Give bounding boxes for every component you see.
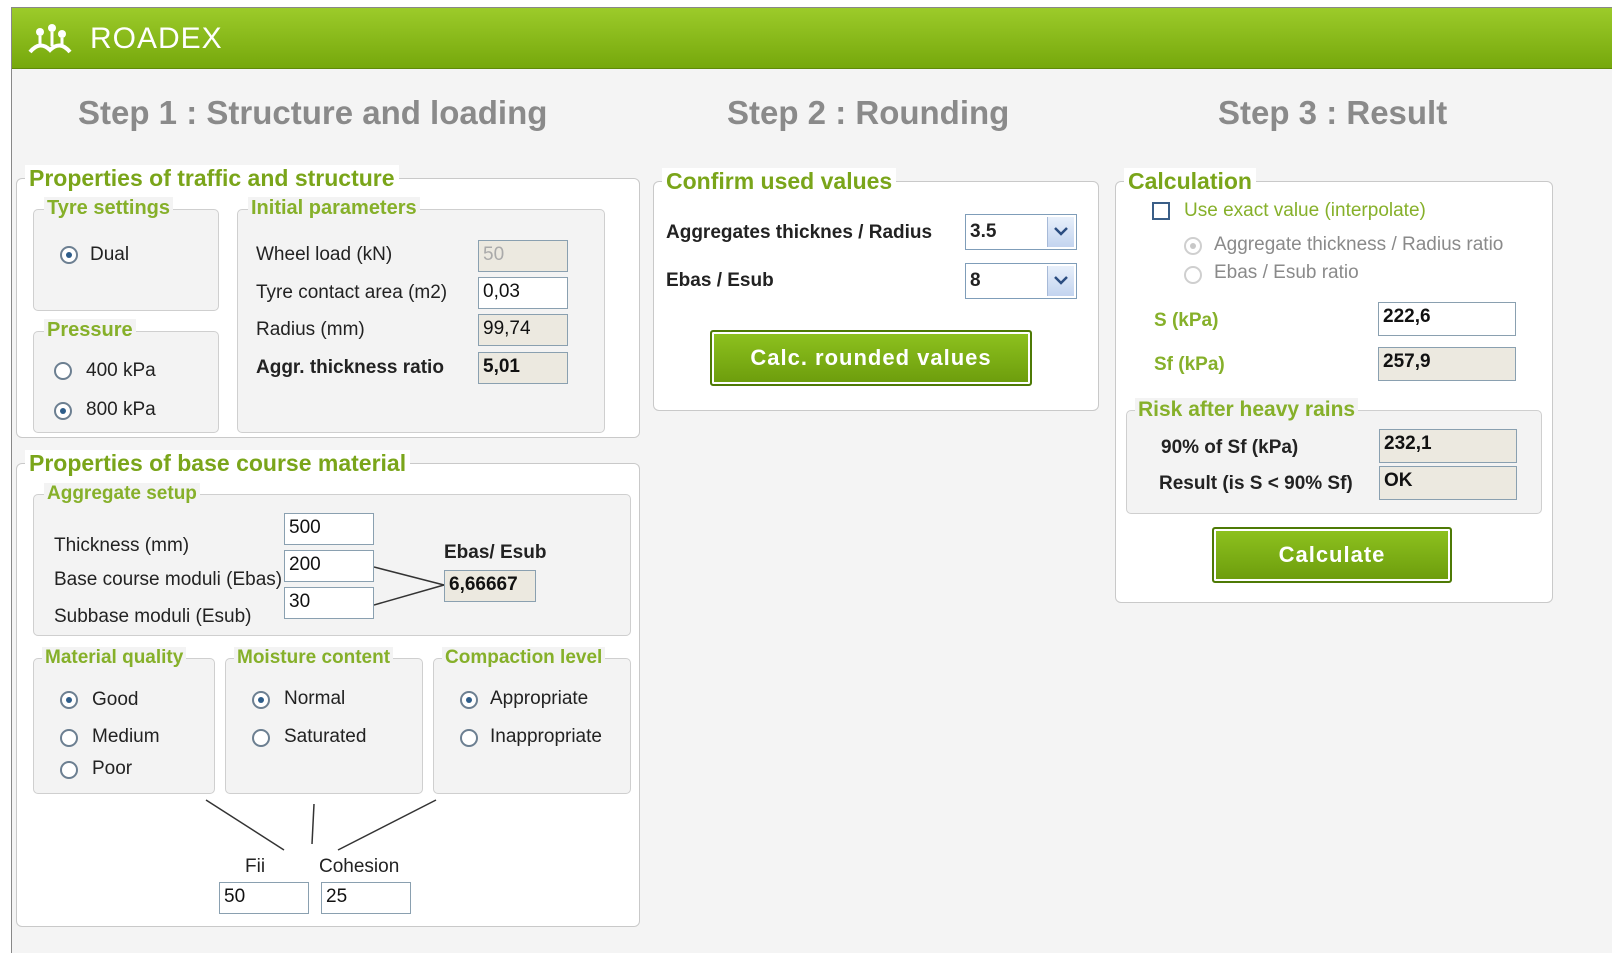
aggregate-ratio-radio[interactable]: [1184, 237, 1202, 255]
base-moduli-label: Base course moduli (Ebas): [54, 569, 283, 590]
chevron-down-icon: [1054, 227, 1068, 236]
quality-medium-radio[interactable]: [60, 729, 78, 747]
ebas-esub-dropdown-button[interactable]: [1047, 266, 1074, 296]
pressure-800-label: 800 kPa: [86, 399, 156, 420]
initial-parameters-title: Initial parameters: [248, 197, 420, 220]
moisture-saturated-label: Saturated: [284, 726, 367, 747]
risk-title: Risk after heavy rains: [1135, 398, 1359, 422]
ebas-esub-value: 8: [970, 270, 981, 291]
traffic-panel: Properties of traffic and structure Tyre…: [16, 165, 640, 438]
step-1-title: Step 1 : Structure and loading: [78, 94, 548, 131]
pressure-title: Pressure: [44, 319, 136, 342]
quality-good-radio[interactable]: [60, 691, 78, 709]
moisture-content-group: Moisture content Normal Saturated: [225, 647, 423, 794]
fii-label: Fii: [245, 856, 266, 877]
aggr-thickness-ratio-field[interactable]: 5,01: [478, 352, 568, 384]
exact-value-checkbox[interactable]: [1152, 202, 1170, 220]
pressure-group: Pressure 400 kPa 800 kPa: [33, 319, 219, 433]
exact-value-label: Use exact value (interpolate): [1184, 200, 1426, 221]
ebas-esub-select[interactable]: 8: [965, 263, 1077, 299]
result-label: Result (is S < 90% Sf): [1159, 473, 1353, 494]
step-3-title: Step 3 : Result: [1218, 94, 1448, 131]
base-course-panel: Properties of base course material Aggre…: [16, 450, 640, 927]
compaction-level-title: Compaction level: [442, 647, 606, 669]
fii-field[interactable]: 50: [219, 882, 309, 914]
cohesion-field[interactable]: 25: [321, 882, 411, 914]
p90-field[interactable]: 232,1: [1379, 429, 1517, 463]
tyre-settings-group: Tyre settings Dual: [33, 197, 219, 311]
cohesion-label: Cohesion: [319, 856, 400, 877]
quality-good-label: Good: [92, 689, 139, 710]
aggr-thickness-ratio-label: Aggr. thickness ratio: [256, 357, 444, 378]
aggregate-setup-title: Aggregate setup: [44, 483, 200, 505]
material-quality-group: Material quality Good Medium Poor: [33, 647, 215, 794]
fii-cohesion-connector: [205, 799, 437, 851]
calc-rounded-values-button[interactable]: Calc. rounded values: [710, 330, 1032, 386]
tyre-settings-title: Tyre settings: [44, 197, 173, 220]
agg-radius-dropdown-button[interactable]: [1047, 217, 1074, 247]
calculate-button[interactable]: Calculate: [1212, 527, 1452, 583]
ebas-esub-ratio-label: Ebas / Esub ratio: [1214, 262, 1359, 283]
confirm-panel: Confirm used values Aggregates thicknes …: [653, 168, 1099, 411]
moisture-saturated-radio[interactable]: [252, 729, 270, 747]
wheel-load-label: Wheel load (kN): [256, 244, 393, 265]
dual-label: Dual: [90, 244, 130, 265]
agg-radius-label: Aggregates thicknes / Radius: [666, 222, 933, 243]
contact-area-field[interactable]: 0,03: [478, 277, 568, 309]
risk-group: Risk after heavy rains 90% of Sf (kPa) 2…: [1126, 398, 1542, 514]
contact-area-label: Tyre contact area (m2): [256, 282, 448, 303]
brand-name: ROADEX: [90, 22, 223, 55]
subbase-moduli-label: Subbase moduli (Esub): [54, 606, 252, 627]
ebas-esub-confirm-label: Ebas / Esub: [666, 270, 774, 291]
initial-parameters-group: Initial parameters Wheel load (kN) 50 Ty…: [237, 197, 605, 433]
s-field[interactable]: 222,6: [1378, 302, 1516, 336]
step-2-title: Step 2 : Rounding: [727, 94, 1010, 131]
thickness-field[interactable]: 500: [284, 513, 374, 545]
quality-poor-radio[interactable]: [60, 761, 78, 779]
ebas-esub-ratio-radio[interactable]: [1184, 266, 1202, 284]
compaction-appropriate-radio[interactable]: [460, 691, 478, 709]
base-moduli-field[interactable]: 200: [284, 550, 374, 582]
pressure-400-radio[interactable]: [54, 362, 72, 380]
moisture-normal-radio[interactable]: [252, 691, 270, 709]
aggregate-setup-group: Aggregate setup Thickness (mm) Base cour…: [33, 483, 631, 636]
moisture-content-title: Moisture content: [234, 647, 394, 669]
dual-radio[interactable]: [60, 246, 78, 264]
confirm-panel-title: Confirm used values: [662, 168, 897, 195]
compaction-level-group: Compaction level Appropriate Inappropria…: [433, 647, 631, 794]
ebas-esub-field[interactable]: 6,66667: [444, 570, 536, 602]
roadex-app: ROADEX Step 1 : Structure and loading St…: [11, 7, 1612, 953]
quality-medium-label: Medium: [92, 726, 160, 747]
aggregate-ratio-label: Aggregate thickness / Radius ratio: [1214, 234, 1504, 255]
radius-label: Radius (mm): [256, 319, 365, 340]
compaction-inappropriate-radio[interactable]: [460, 729, 478, 747]
agg-radius-value: 3.5: [970, 221, 997, 242]
thickness-label: Thickness (mm): [54, 535, 190, 556]
roadex-logo-icon: [28, 24, 72, 54]
s-label: S (kPa): [1154, 310, 1219, 331]
radius-field[interactable]: 99,74: [478, 314, 568, 346]
material-quality-title: Material quality: [42, 647, 187, 669]
pressure-800-radio[interactable]: [54, 402, 72, 420]
result-field[interactable]: OK: [1379, 466, 1517, 500]
ebas-esub-connector: [374, 566, 445, 606]
pressure-400-label: 400 kPa: [86, 360, 156, 381]
chevron-down-icon: [1054, 276, 1068, 285]
moisture-normal-label: Normal: [284, 688, 346, 709]
quality-poor-label: Poor: [92, 758, 133, 779]
traffic-panel-title: Properties of traffic and structure: [25, 165, 399, 192]
compaction-appropriate-label: Appropriate: [490, 688, 589, 709]
calculation-panel: Calculation Use exact value (interpolate…: [1115, 168, 1553, 603]
compaction-inappropriate-label: Inappropriate: [490, 726, 602, 747]
wheel-load-field[interactable]: 50: [478, 240, 568, 272]
subbase-moduli-field[interactable]: 30: [284, 587, 374, 619]
sf-label: Sf (kPa): [1154, 354, 1225, 375]
calculation-panel-title: Calculation: [1124, 168, 1256, 195]
top-bar: ROADEX: [12, 8, 1612, 69]
ebas-esub-label: Ebas/ Esub: [444, 542, 547, 563]
p90-label: 90% of Sf (kPa): [1161, 437, 1299, 458]
base-course-panel-title: Properties of base course material: [25, 450, 411, 477]
sf-field[interactable]: 257,9: [1378, 347, 1516, 381]
agg-radius-select[interactable]: 3.5: [965, 214, 1077, 250]
